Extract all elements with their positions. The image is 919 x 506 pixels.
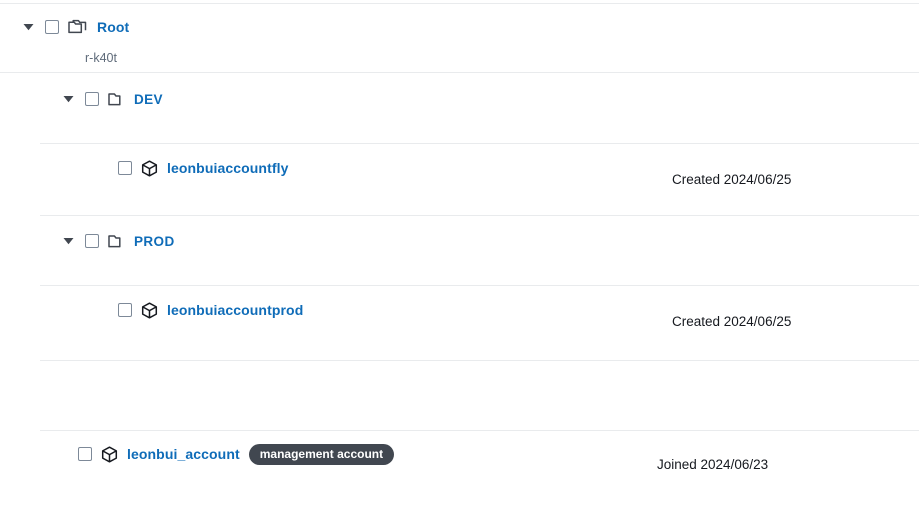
divider-under-ou-prod [40,285,919,286]
root-label[interactable]: Root [97,19,129,35]
account-meta-leonbuiaccountfly: Created 2024/06/25 [672,172,792,187]
account-name-leonbui-account[interactable]: leonbui_account [127,446,240,462]
cube-icon [141,301,158,319]
checkbox-account-leonbuiaccountprod[interactable] [118,303,132,317]
organization-tree: Root r-k40t DEV leonbuiaccountfly Create… [0,0,919,506]
caret-down-icon[interactable] [60,233,76,249]
caret-down-icon[interactable] [20,19,36,35]
account-meta-leonbui-account: Joined 2024/06/23 [657,457,769,472]
caret-down-icon[interactable] [60,91,76,107]
ou-prod-label[interactable]: PROD [134,234,175,249]
tree-row-root[interactable]: Root [0,18,919,36]
checkbox-ou-dev[interactable] [85,92,99,106]
account-meta-leonbuiaccountprod: Created 2024/06/25 [672,314,792,329]
divider-section-gap-bottom [40,430,919,431]
checkbox-root[interactable] [45,20,59,34]
divider-top [0,3,919,4]
tree-row-management-account[interactable]: leonbui_account management account [0,443,919,465]
tree-row-ou-prod[interactable]: PROD [0,232,919,250]
checkbox-ou-prod[interactable] [85,234,99,248]
root-id: r-k40t [85,51,117,65]
account-name-leonbuiaccountfly[interactable]: leonbuiaccountfly [167,160,289,176]
folder-icon [108,234,125,249]
divider-under-root [0,72,919,73]
cube-icon [141,159,158,177]
checkbox-account-leonbuiaccountfly[interactable] [118,161,132,175]
folders-icon [68,19,88,35]
folder-icon [108,92,125,107]
checkbox-account-leonbui-account[interactable] [78,447,92,461]
ou-dev-label[interactable]: DEV [134,92,163,107]
divider-under-account-dev [40,215,919,216]
cube-icon [101,445,118,463]
account-name-leonbuiaccountprod[interactable]: leonbuiaccountprod [167,302,303,318]
divider-under-ou-dev [40,143,919,144]
status-badge-management-account: management account [248,443,395,465]
tree-row-ou-dev[interactable]: DEV [0,90,919,108]
divider-section-gap-top [40,360,919,361]
